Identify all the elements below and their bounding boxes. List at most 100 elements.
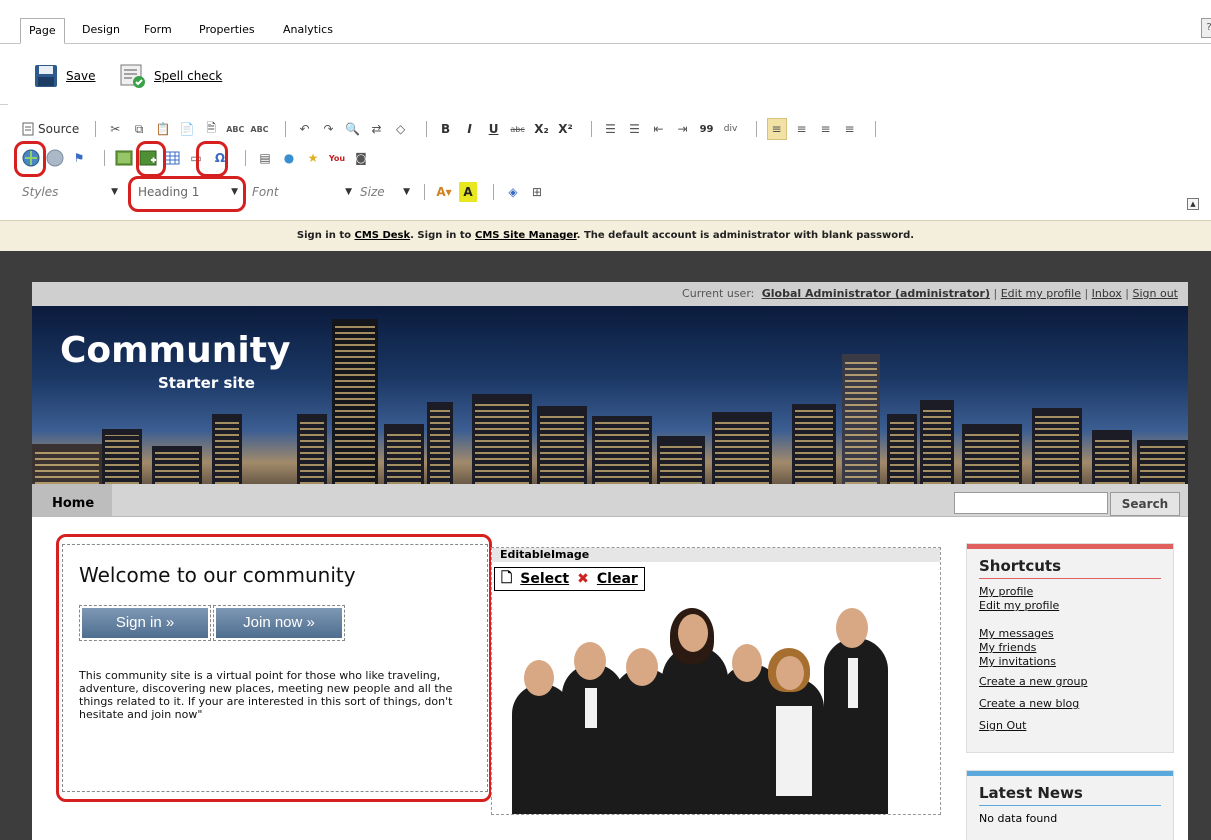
widget-icon[interactable]: ● (280, 148, 298, 168)
size-combo[interactable]: Size ▼ (356, 183, 414, 201)
subscript-icon[interactable]: X₂ (533, 119, 551, 139)
skyline-building (32, 444, 102, 484)
youtube-icon[interactable]: You (328, 148, 346, 168)
align-left-icon[interactable]: ≡ (766, 118, 787, 140)
image-controls: 🗋 Select ✖ Clear (494, 567, 645, 591)
shortcut-my-invitations[interactable]: My invitations (979, 655, 1056, 668)
background-color-icon[interactable]: A (459, 182, 477, 202)
separator (755, 121, 757, 137)
skyline-building (962, 424, 1022, 484)
save-button[interactable]: Save (66, 69, 95, 83)
anchor-flag-icon[interactable]: ⚑ (70, 148, 88, 168)
shortcuts-accent-bar (967, 544, 1173, 549)
edit-profile-link[interactable]: Edit my profile (1001, 287, 1081, 300)
clear-image-link[interactable]: Clear (597, 571, 638, 587)
skyline-building (427, 402, 453, 484)
tab-form[interactable]: Form (136, 18, 180, 42)
tab-properties[interactable]: Properties (191, 18, 263, 42)
inbox-link[interactable]: Inbox (1092, 287, 1122, 300)
spell-check-button[interactable]: Spell check (154, 69, 222, 83)
chevron-down-icon: ▼ (111, 187, 118, 197)
bulleted-list-icon[interactable]: ☰ (626, 119, 644, 139)
shortcut-new-group[interactable]: Create a new group (979, 675, 1087, 688)
shortcut-my-friends[interactable]: My friends (979, 641, 1036, 654)
paste-icon[interactable]: 📋 (154, 119, 172, 139)
star-icon[interactable]: ★ (304, 148, 322, 168)
skyline-building (887, 414, 917, 484)
tab-design[interactable]: Design (74, 18, 128, 42)
strikethrough-icon[interactable]: abc (509, 119, 527, 139)
shortcut-my-profile[interactable]: My profile (979, 585, 1033, 598)
skyline-building (152, 446, 202, 484)
copy-icon[interactable]: ⧉ (130, 119, 148, 139)
italic-icon[interactable]: I (461, 119, 479, 139)
replace-icon[interactable]: ⇄ (368, 119, 386, 139)
styles-combo[interactable]: Styles ▼ (18, 183, 122, 201)
shortcut-sign-out[interactable]: Sign Out (979, 719, 1026, 732)
blockquote-icon[interactable]: 99 (698, 119, 716, 139)
collapse-toolbar-icon[interactable]: ▲ (1187, 198, 1199, 210)
div-container-icon[interactable]: div (722, 119, 740, 139)
shortcut-new-blog[interactable]: Create a new blog (979, 697, 1079, 710)
separator (284, 121, 286, 137)
spellcheck-icon[interactable]: ABC (226, 119, 244, 139)
superscript-icon[interactable]: X² (557, 119, 575, 139)
skyline-building (297, 414, 327, 484)
unlink-icon[interactable] (46, 148, 64, 168)
site-search-button[interactable]: Search (1110, 492, 1180, 516)
save-action[interactable]: Save (34, 64, 95, 88)
outdent-icon[interactable]: ⇤ (650, 119, 668, 139)
shortcut-edit-profile[interactable]: Edit my profile (979, 599, 1059, 612)
user-bar-links: Current user: Global Administrator (admi… (682, 287, 1178, 300)
skyline-building (212, 414, 242, 484)
skyline-building (1137, 440, 1188, 484)
site-manager-link[interactable]: CMS Site Manager (475, 230, 577, 241)
shortcut-my-messages[interactable]: My messages (979, 627, 1054, 640)
site-preview: Current user: Global Administrator (admi… (32, 282, 1188, 840)
shortcuts-title: Shortcuts (979, 557, 1161, 579)
spell-check-action[interactable]: Spell check (120, 64, 222, 88)
save-icon (35, 65, 57, 87)
numbered-list-icon[interactable]: ☰ (602, 119, 620, 139)
paste-text-icon[interactable]: 📄 (178, 119, 196, 139)
select-image-link[interactable]: Select (520, 571, 569, 587)
text-color-icon[interactable]: A▾ (435, 182, 453, 202)
separator (590, 121, 592, 137)
logo-sub: Starter site (158, 374, 255, 392)
separator (95, 121, 97, 137)
scayt-icon[interactable]: ABC (250, 119, 268, 139)
nav-home[interactable]: Home (32, 484, 112, 516)
tab-page[interactable]: Page (20, 18, 65, 44)
find-icon[interactable]: 🔍 (344, 119, 362, 139)
paste-word-icon[interactable]: 🗎 (202, 119, 220, 139)
align-right-icon[interactable]: ≡ (817, 119, 835, 139)
source-button[interactable]: Source (22, 119, 79, 139)
show-blocks-icon[interactable]: ⊞ (528, 182, 546, 202)
insert-image-icon[interactable] (115, 148, 133, 168)
quick-form-icon[interactable]: ◙ (352, 148, 370, 168)
underline-icon[interactable]: U (485, 119, 503, 139)
site-search-input[interactable] (954, 492, 1108, 514)
size-combo-label: Size (360, 185, 385, 199)
font-combo[interactable]: Font ▼ (248, 183, 356, 201)
highlight-link (14, 141, 46, 177)
undo-icon[interactable]: ↶ (296, 119, 314, 139)
redo-icon[interactable]: ↷ (320, 119, 338, 139)
template-icon[interactable]: ▤ (256, 148, 274, 168)
skyline-building (102, 429, 142, 484)
maximize-icon[interactable]: ◈ (504, 182, 522, 202)
align-justify-icon[interactable]: ≡ (841, 119, 859, 139)
help-icon[interactable]: ? (1201, 18, 1211, 38)
bold-icon[interactable]: B (437, 119, 455, 139)
current-user-link[interactable]: Global Administrator (administrator) (762, 287, 990, 300)
indent-icon[interactable]: ⇥ (674, 119, 692, 139)
align-center-icon[interactable]: ≡ (793, 119, 811, 139)
cms-desk-link[interactable]: CMS Desk (354, 230, 410, 241)
news-list: No data found (979, 812, 1161, 826)
cut-icon[interactable]: ✂ (106, 119, 124, 139)
chevron-down-icon: ▼ (345, 187, 352, 197)
tab-analytics[interactable]: Analytics (275, 18, 341, 42)
eraser-icon[interactable]: ◇ (392, 119, 410, 139)
highlight-format (128, 176, 246, 212)
sign-out-link[interactable]: Sign out (1132, 287, 1178, 300)
